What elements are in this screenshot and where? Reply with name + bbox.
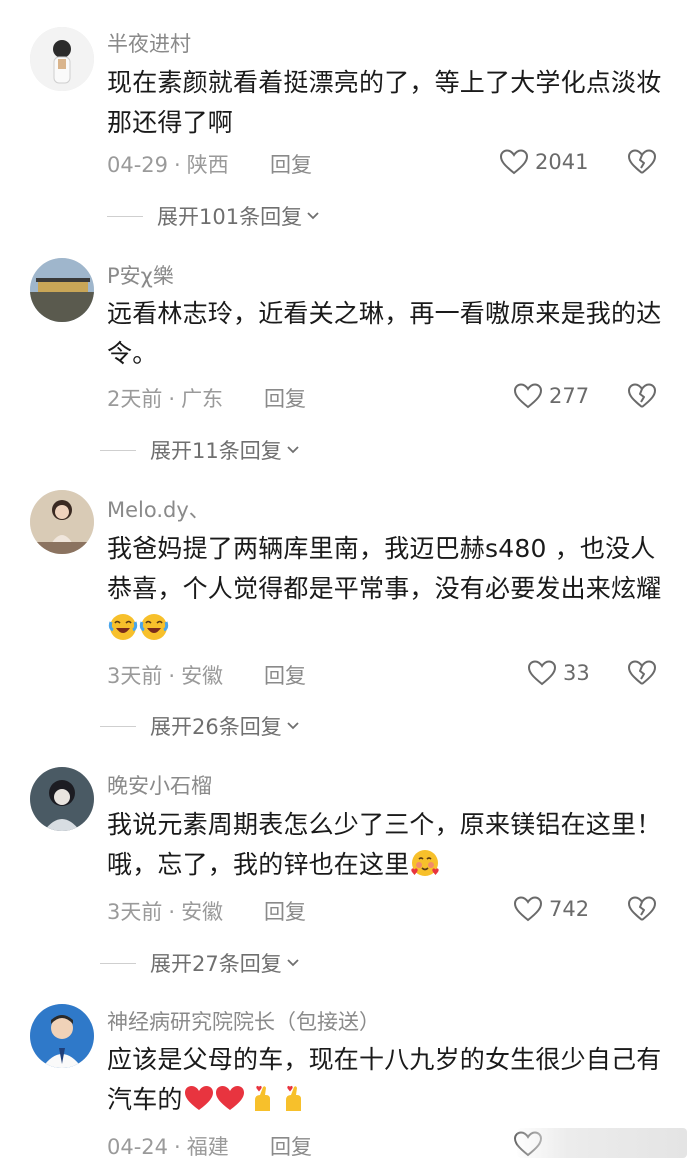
comment-time: 2天前 — [107, 387, 163, 411]
avatar[interactable] — [30, 27, 94, 91]
comment-time: 04-29 — [107, 153, 169, 177]
chevron-down-icon — [287, 446, 299, 454]
comment-location: 广东 — [181, 387, 224, 411]
comment-meta: 3天前 · 安徽 — [107, 664, 224, 688]
expand-replies-label: 展开11条回复 — [150, 439, 282, 463]
laughing-crying-emoji — [139, 612, 169, 642]
watermark-overlay — [517, 1128, 687, 1158]
finger-heart-emoji — [246, 1083, 276, 1113]
like-button[interactable]: 33 — [527, 659, 590, 687]
comment-text: 应该是父母的车，现在十八九岁的女生很少自己有汽车的 — [107, 1045, 662, 1114]
comment-location: 福建 — [186, 1135, 229, 1159]
like-button[interactable]: 2041 — [499, 148, 588, 176]
like-count: 742 — [549, 897, 590, 921]
comment-text: 我爸妈提了两辆库里南，我迈巴赫s480 ，也没人恭喜，个人觉得都是平常事，没有必… — [107, 529, 667, 649]
heart-outline-icon — [513, 896, 543, 922]
heart-outline-icon — [527, 660, 557, 686]
comment-meta: 3天前 · 安徽 — [107, 900, 224, 924]
username[interactable]: P安χ樂 — [107, 260, 174, 290]
comment-location: 安徽 — [181, 900, 224, 924]
comment-meta: 04-24 · 福建 — [107, 1135, 229, 1159]
broken-heart-icon — [628, 149, 656, 174]
heart-outline-icon — [499, 149, 529, 175]
avatar[interactable] — [30, 258, 94, 322]
chevron-down-icon — [287, 722, 299, 730]
username[interactable]: Melo.dy、 — [107, 494, 210, 524]
like-button[interactable]: 277 — [513, 382, 589, 410]
heart-outline-icon — [513, 383, 543, 409]
red-heart-emoji — [184, 1083, 214, 1113]
divider-line — [100, 962, 136, 964]
blushing-hearts-emoji — [410, 848, 440, 878]
dislike-button[interactable] — [627, 895, 657, 923]
username[interactable]: 晚安小石榴 — [107, 770, 212, 800]
reply-button[interactable]: 回复 — [270, 149, 312, 179]
red-heart-emoji — [215, 1083, 245, 1113]
comment-time: 3天前 — [107, 900, 163, 924]
reply-button[interactable]: 回复 — [264, 896, 306, 926]
broken-heart-icon — [628, 660, 656, 685]
comment-location: 陕西 — [186, 153, 229, 177]
expand-replies-button[interactable]: 展开27条回复 — [100, 948, 301, 978]
expand-replies-button[interactable]: 展开101条回复 — [107, 201, 321, 231]
avatar[interactable] — [30, 767, 94, 831]
broken-heart-icon — [628, 896, 656, 921]
like-count: 33 — [563, 661, 590, 685]
comment-time: 3天前 — [107, 664, 163, 688]
divider-line — [100, 449, 136, 451]
like-count: 277 — [549, 384, 590, 408]
dislike-button[interactable] — [627, 382, 657, 410]
comment-text: 我说元素周期表怎么少了三个，原来镁铝在这里！哦，忘了，我的锌也在这里 — [107, 810, 662, 879]
finger-heart-emoji — [277, 1083, 307, 1113]
broken-heart-icon — [628, 383, 656, 408]
avatar[interactable] — [30, 490, 94, 554]
comment-text: 远看林志玲，近看关之琳，再一看嗷原来是我的达令。 — [107, 299, 662, 368]
like-count: 2041 — [535, 150, 589, 174]
chevron-down-icon — [307, 212, 319, 220]
dislike-button[interactable] — [627, 659, 657, 687]
reply-button[interactable]: 回复 — [270, 1131, 312, 1160]
reply-button[interactable]: 回复 — [264, 660, 306, 690]
expand-replies-button[interactable]: 展开11条回复 — [100, 435, 301, 465]
username[interactable]: 半夜进村 — [107, 28, 191, 58]
divider-line — [100, 725, 136, 727]
username[interactable]: 神经病研究院院长（包接送） — [107, 1006, 380, 1036]
comment-time: 04-24 — [107, 1135, 169, 1159]
chevron-down-icon — [287, 959, 299, 967]
expand-replies-button[interactable]: 展开26条回复 — [100, 711, 301, 741]
divider-line — [107, 215, 143, 217]
laughing-crying-emoji — [108, 612, 138, 642]
comment-meta: 04-29 · 陕西 — [107, 153, 229, 177]
avatar[interactable] — [30, 1004, 94, 1068]
expand-replies-label: 展开26条回复 — [150, 715, 282, 739]
comment-text: 现在素颜就看着挺漂亮的了，等上了大学化点淡妆那还得了啊 — [107, 68, 662, 137]
like-button[interactable]: 742 — [513, 895, 589, 923]
dislike-button[interactable] — [627, 148, 657, 176]
comment-meta: 2天前 · 广东 — [107, 387, 224, 411]
expand-replies-label: 展开101条回复 — [157, 205, 303, 229]
comment-location: 安徽 — [181, 664, 224, 688]
reply-button[interactable]: 回复 — [264, 383, 306, 413]
expand-replies-label: 展开27条回复 — [150, 952, 282, 976]
